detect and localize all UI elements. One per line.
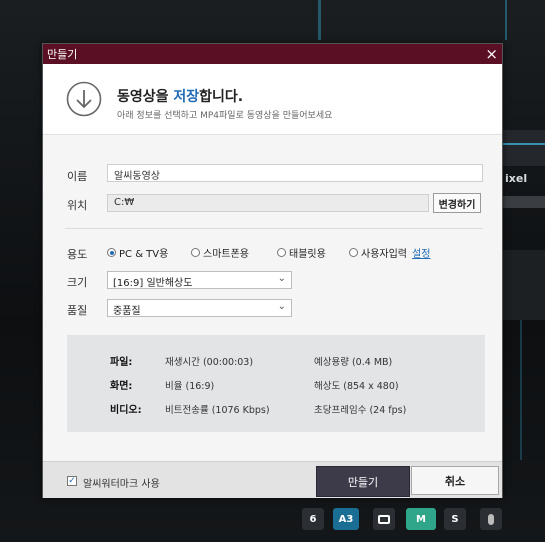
- clip-icon: [378, 514, 390, 524]
- dialog-footer: ✓ 알씨워터마크 사용 만들기 취소: [43, 461, 502, 498]
- microphone-icon: [488, 513, 494, 525]
- radio-indicator: [277, 248, 286, 257]
- video-info-label: 비디오:: [110, 405, 142, 416]
- page-title: 동영상을 저장합니다.: [117, 86, 243, 106]
- heading-highlight: 저장: [173, 89, 200, 105]
- chevron-down-icon: ⌄: [277, 273, 286, 284]
- dialog-header: 동영상을 저장합니다. 아래 정보를 선택하고 MP4파일로 동영상을 만들어보…: [43, 64, 502, 135]
- quality-select[interactable]: 중품질 ⌄: [107, 299, 292, 317]
- size-select[interactable]: [16:9] 일반해상도 ⌄: [107, 271, 292, 289]
- select-value: [16:9] 일반해상도: [113, 278, 193, 289]
- dialog-title: 만들기: [47, 48, 78, 61]
- page-subtitle: 아래 정보를 선택하고 MP4파일로 동영상을 만들어보세요: [117, 111, 333, 121]
- screen-resolution: 해상도 (854 x 480): [314, 381, 399, 392]
- timeline-track-line: [520, 320, 522, 460]
- editor-panel: [501, 196, 545, 208]
- dialog-titlebar: 만들기 ×: [43, 44, 502, 64]
- name-label: 이름: [67, 170, 88, 183]
- file-info-label: 파일:: [110, 357, 133, 368]
- editor-panel: [501, 130, 545, 166]
- chevron-down-icon: ⌄: [277, 301, 286, 312]
- file-duration: 재생시간 (00:00:03): [165, 357, 254, 368]
- location-field[interactable]: C:₩: [107, 194, 429, 212]
- editor-side-text: ixel: [505, 172, 528, 185]
- timeline-track-line: [501, 143, 545, 145]
- size-label: 크기: [67, 276, 88, 289]
- radio-indicator: [349, 248, 358, 257]
- editor-tool-button[interactable]: [373, 508, 395, 530]
- make-button[interactable]: 만들기: [316, 466, 410, 497]
- settings-link[interactable]: 설정: [412, 245, 430, 260]
- download-circle-icon: [66, 81, 102, 117]
- watermark-label: 알씨워터마크 사용: [83, 479, 160, 490]
- editor-tool-button[interactable]: A3: [333, 508, 359, 530]
- select-value: 중품질: [113, 306, 141, 317]
- radio-indicator: [107, 248, 116, 257]
- quality-label: 품질: [67, 304, 88, 317]
- location-label: 위치: [67, 199, 88, 212]
- timeline-track-line: [505, 0, 507, 40]
- video-bitrate: 비트전송률 (1076 Kbps): [165, 405, 270, 416]
- watermark-checkbox[interactable]: ✓: [67, 476, 77, 486]
- usage-radio-custom[interactable]: 사용자입력 설정: [349, 245, 430, 260]
- heading-text: 합니다.: [199, 89, 244, 105]
- video-fps: 초당프레임수 (24 fps): [314, 405, 407, 416]
- radio-label: 사용자입력: [361, 249, 407, 260]
- radio-label: 스마트폰용: [203, 249, 249, 260]
- usage-radio-pc-tv[interactable]: PC & TV용: [107, 245, 168, 260]
- radio-label: 태블릿용: [289, 249, 326, 260]
- make-video-dialog: 만들기 × 동영상을 저장합니다. 아래 정보를 선택하고 MP4파일로 동영상…: [42, 43, 503, 498]
- change-location-button[interactable]: 변경하기: [433, 193, 481, 213]
- screen-info-label: 화면:: [110, 381, 133, 392]
- usage-label: 용도: [67, 248, 88, 261]
- heading-text: 동영상을: [117, 89, 174, 105]
- editor-panel: [501, 250, 545, 320]
- editor-tool-button[interactable]: M: [406, 508, 436, 530]
- usage-radio-tablet[interactable]: 태블릿용: [277, 245, 326, 260]
- editor-tool-button[interactable]: 6: [302, 508, 324, 530]
- file-size: 예상용량 (0.4 MB): [314, 357, 393, 368]
- divider: [65, 228, 483, 229]
- screen-ratio: 비율 (16:9): [165, 381, 215, 392]
- radio-indicator: [191, 248, 200, 257]
- video-info-panel: 파일: 재생시간 (00:00:03) 예상용량 (0.4 MB) 화면: 비율…: [67, 335, 485, 432]
- cancel-button[interactable]: 취소: [411, 466, 499, 495]
- close-icon[interactable]: ×: [485, 45, 498, 63]
- name-field[interactable]: 알씨동영상: [107, 164, 483, 182]
- editor-tool-button[interactable]: S: [444, 508, 466, 530]
- timeline-track-line: [318, 0, 321, 40]
- editor-tool-button[interactable]: [480, 508, 502, 530]
- radio-label: PC & TV용: [119, 249, 169, 260]
- usage-radio-smartphone[interactable]: 스마트폰용: [191, 245, 249, 260]
